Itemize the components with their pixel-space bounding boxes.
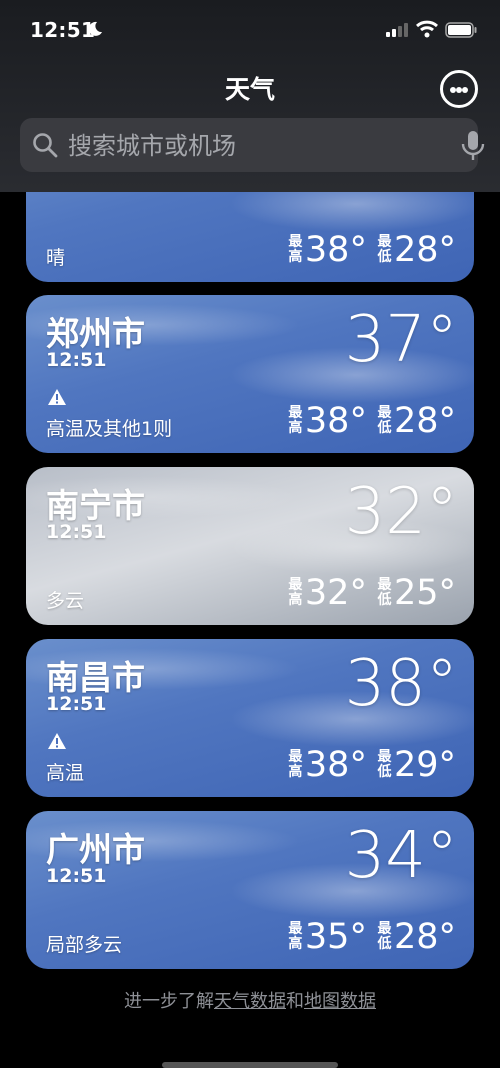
- high-low: 最高 38° 最低 29°: [288, 745, 456, 785]
- low-label: 最低: [377, 749, 392, 780]
- wifi-icon: [416, 20, 438, 38]
- high-label: 最高: [288, 749, 303, 780]
- status-bar: 12:51: [0, 0, 500, 60]
- low-temp: 28°: [393, 917, 456, 957]
- high-low: 最高 35° 最低 28°: [288, 917, 456, 957]
- high-temp: 35°: [304, 917, 367, 957]
- low-label: 最低: [377, 577, 392, 608]
- battery-icon: [445, 22, 477, 38]
- home-indicator[interactable]: [162, 1062, 338, 1068]
- warning-icon: [48, 389, 66, 405]
- condition-text: 高温: [46, 762, 85, 784]
- city-time: 12:51: [46, 349, 107, 371]
- current-temp: 37°: [344, 303, 458, 377]
- warning-icon: [48, 733, 66, 749]
- condition-text: 晴: [46, 247, 66, 269]
- low-temp: 28°: [393, 401, 456, 441]
- city-card-zhengzhou[interactable]: 郑州市 12:51 37° 高温及其他1则 最高 38° 最低 28°: [26, 295, 474, 453]
- high-low: 最高 38° 最低 28°: [288, 230, 456, 270]
- condition-text: 多云: [46, 590, 85, 612]
- high-label: 最高: [288, 921, 303, 952]
- high-temp: 38°: [304, 401, 367, 441]
- header: 12:51 天气: [0, 0, 500, 192]
- city-time: 12:51: [46, 693, 107, 715]
- more-dot-icon: [462, 87, 468, 93]
- city-card-nanchang[interactable]: 南昌市 12:51 38° 高温 最高 38° 最低 29°: [26, 639, 474, 797]
- city-card-guangzhou[interactable]: 广州市 12:51 34° 局部多云 最高 35° 最低 28°: [26, 811, 474, 969]
- current-temp: 32°: [344, 475, 458, 549]
- high-temp: 38°: [304, 745, 367, 785]
- current-temp: 34°: [344, 819, 458, 893]
- high-label: 最高: [288, 577, 303, 608]
- low-temp: 28°: [393, 230, 456, 270]
- low-label: 最低: [377, 405, 392, 436]
- high-temp: 38°: [304, 230, 367, 270]
- low-temp: 25°: [393, 573, 456, 613]
- attribution-prefix: 进一步了解: [124, 991, 214, 1012]
- city-name: 南宁市: [46, 486, 145, 525]
- city-card-nanning[interactable]: 南宁市 12:51 32° 多云 最高 32° 最低 25°: [26, 467, 474, 625]
- search-bar[interactable]: [20, 118, 485, 172]
- low-label: 最低: [377, 921, 392, 952]
- page-title: 天气: [224, 75, 275, 104]
- high-low: 最高 32° 最低 25°: [288, 573, 456, 613]
- city-time: 12:51: [46, 521, 107, 543]
- weather-data-link[interactable]: 天气数据: [214, 991, 286, 1012]
- search-input[interactable]: [66, 128, 440, 164]
- city-name: 南昌市: [46, 658, 145, 697]
- high-low: 最高 38° 最低 28°: [288, 401, 456, 441]
- attribution-middle: 和: [286, 991, 304, 1012]
- low-temp: 29°: [393, 745, 456, 785]
- high-label: 最高: [288, 234, 303, 265]
- data-attribution: 进一步了解天气数据和地图数据: [0, 987, 500, 1013]
- high-label: 最高: [288, 405, 303, 436]
- cellular-signal-icon: [386, 23, 408, 37]
- map-data-link[interactable]: 地图数据: [304, 991, 376, 1012]
- microphone-icon[interactable]: [460, 130, 486, 162]
- city-time: 12:51: [46, 865, 107, 887]
- search-icon: [33, 133, 58, 158]
- condition-text: 局部多云: [46, 934, 123, 956]
- high-temp: 32°: [304, 573, 367, 613]
- low-label: 最低: [377, 234, 392, 265]
- status-time: 12:51: [30, 18, 96, 42]
- city-name: 广州市: [46, 830, 145, 869]
- condition-text: 高温及其他1则: [46, 418, 173, 440]
- more-options-button[interactable]: [440, 70, 478, 108]
- current-temp: 38°: [344, 647, 458, 721]
- moon-icon: [88, 21, 102, 36]
- city-name: 郑州市: [46, 314, 145, 353]
